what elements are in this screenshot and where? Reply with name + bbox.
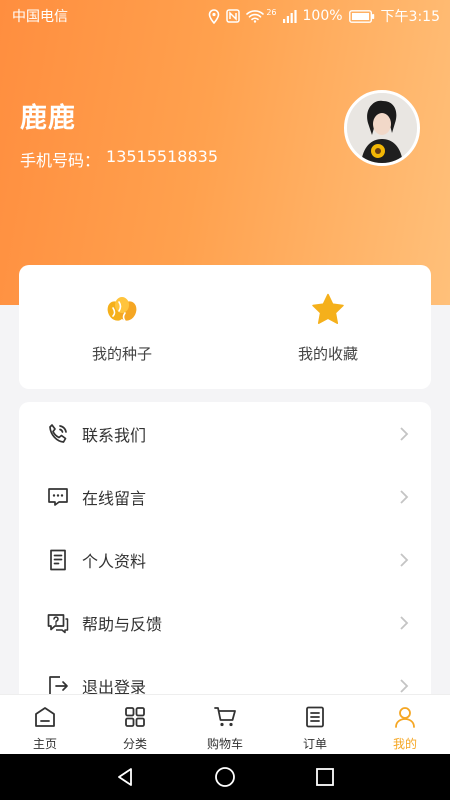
chevron-right-icon bbox=[399, 489, 413, 504]
tab-label-category: 分类 bbox=[122, 737, 147, 751]
order-icon bbox=[302, 704, 328, 730]
home-circle-icon bbox=[215, 767, 235, 787]
tab-category[interactable]: 分类 bbox=[90, 695, 180, 754]
tab-home[interactable]: 主页 bbox=[0, 695, 90, 754]
tab-label-home: 主页 bbox=[32, 737, 57, 751]
clock: 下午3:15 bbox=[380, 9, 440, 25]
home-nav-button[interactable] bbox=[210, 762, 240, 792]
cart-icon bbox=[212, 704, 238, 730]
phone-number: 13515518835 bbox=[106, 147, 218, 166]
chevron-right-icon bbox=[399, 615, 413, 630]
star-icon bbox=[310, 291, 346, 327]
tab-label-cart: 购物车 bbox=[206, 737, 243, 751]
recents-square-icon bbox=[316, 768, 334, 786]
tab-label-orders: 订单 bbox=[302, 737, 327, 751]
my-favorites-label: 我的收藏 bbox=[297, 345, 358, 363]
help-chat-icon bbox=[45, 610, 71, 636]
home-icon bbox=[32, 704, 58, 730]
menu-item-online-message[interactable]: 在线留言 bbox=[19, 465, 431, 528]
system-navigation-bar bbox=[0, 754, 450, 800]
chevron-right-icon bbox=[399, 552, 413, 567]
bottom-tab-bar: 主页 分类 购物车 订单 我的 bbox=[0, 694, 450, 754]
wifi-icon bbox=[246, 10, 265, 23]
location-icon bbox=[209, 8, 220, 24]
battery-percent: 100% bbox=[302, 8, 343, 24]
phone-label: 手机号码： bbox=[20, 151, 101, 170]
status-icons: 26 100% 下午3:15 bbox=[208, 6, 440, 26]
back-triangle-icon bbox=[118, 768, 132, 786]
avatar[interactable] bbox=[344, 90, 420, 166]
message-icon bbox=[45, 484, 71, 510]
carrier-label: 中国电信 bbox=[12, 9, 68, 25]
my-seeds-label: 我的种子 bbox=[91, 345, 152, 363]
grid-icon bbox=[122, 704, 148, 730]
status-bar: 中国电信 26 100% 下午3:15 bbox=[0, 0, 450, 32]
recents-button[interactable] bbox=[310, 762, 340, 792]
tab-cart[interactable]: 购物车 bbox=[180, 695, 270, 754]
seeds-icon bbox=[104, 291, 140, 327]
menu-label-contact-us: 联系我们 bbox=[82, 425, 147, 445]
tab-orders[interactable]: 订单 bbox=[270, 695, 360, 754]
chevron-right-icon bbox=[399, 426, 413, 441]
my-seeds-button[interactable]: 我的种子 bbox=[19, 265, 225, 389]
nfc-icon bbox=[226, 9, 241, 23]
menu-item-contact-us[interactable]: 联系我们 bbox=[19, 402, 431, 465]
user-icon bbox=[392, 704, 418, 730]
menu-item-help-feedback[interactable]: 帮助与反馈 bbox=[19, 591, 431, 654]
menu-label-profile-info: 个人资料 bbox=[82, 551, 147, 571]
menu-label-online-message: 在线留言 bbox=[82, 488, 147, 508]
back-button[interactable] bbox=[110, 762, 140, 792]
battery-icon bbox=[348, 9, 374, 23]
signal-icon bbox=[282, 9, 297, 23]
document-icon bbox=[45, 547, 71, 573]
phone-row: 手机号码： 13515518835 bbox=[20, 147, 218, 171]
phone-call-icon bbox=[45, 421, 71, 447]
menu-list: 联系我们 在线留言 个人资料 帮助与反馈 退出登录 bbox=[19, 402, 431, 722]
chevron-right-icon bbox=[399, 678, 413, 693]
avatar-image bbox=[347, 93, 417, 163]
my-favorites-button[interactable]: 我的收藏 bbox=[225, 265, 431, 389]
username: 鹿鹿 bbox=[20, 103, 76, 134]
quick-actions-card: 我的种子 我的收藏 bbox=[19, 265, 431, 389]
network-badge: 26 bbox=[266, 7, 277, 17]
tab-label-mine: 我的 bbox=[392, 737, 417, 751]
menu-label-help-feedback: 帮助与反馈 bbox=[82, 614, 163, 634]
tab-mine[interactable]: 我的 bbox=[360, 695, 450, 754]
menu-item-profile-info[interactable]: 个人资料 bbox=[19, 528, 431, 591]
